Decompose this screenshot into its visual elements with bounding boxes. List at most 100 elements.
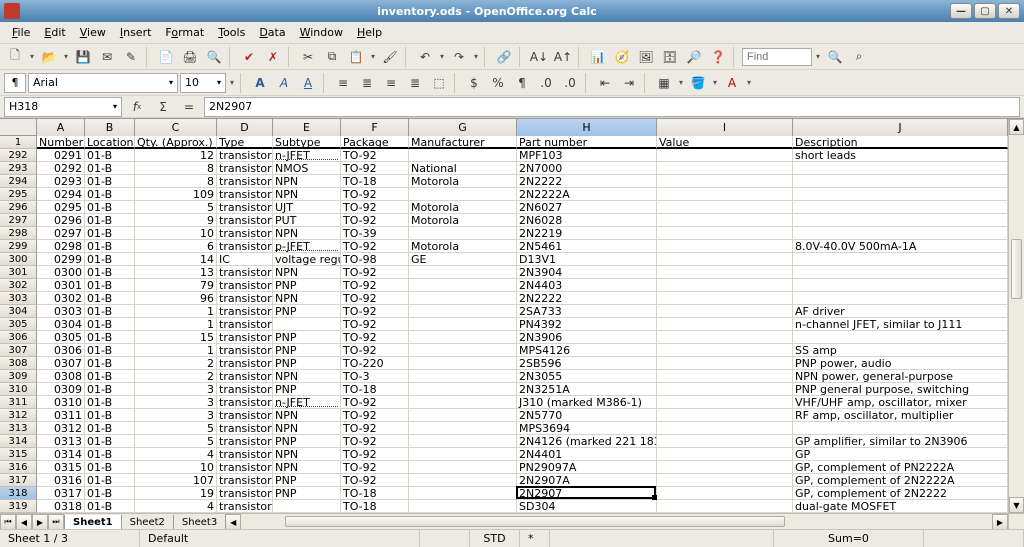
cell[interactable]: GE xyxy=(409,253,517,266)
cell[interactable]: TO-92 xyxy=(341,266,409,279)
cell[interactable]: 0299 xyxy=(37,253,85,266)
cell[interactable]: 9 xyxy=(135,214,217,227)
cell[interactable]: MPF103 xyxy=(517,149,657,162)
cell[interactable]: NPN xyxy=(273,188,341,201)
cell[interactable]: NPN xyxy=(273,409,341,422)
cell[interactable]: 2 xyxy=(135,357,217,370)
cell[interactable]: TO-92 xyxy=(341,214,409,227)
col-header-H[interactable]: H xyxy=(517,119,657,136)
menu-tools[interactable]: Tools xyxy=(212,24,251,41)
cell[interactable] xyxy=(409,396,517,409)
cell[interactable]: transistor xyxy=(217,279,273,292)
cell[interactable]: 0293 xyxy=(37,175,85,188)
cell[interactable] xyxy=(657,292,793,305)
menu-view[interactable]: View xyxy=(74,24,112,41)
cell[interactable]: MPS3694 xyxy=(517,422,657,435)
header-cell[interactable]: Part number xyxy=(517,136,657,149)
cell[interactable]: 0302 xyxy=(37,292,85,305)
cell[interactable]: SS amp xyxy=(793,344,1008,357)
row-header[interactable]: 306 xyxy=(0,331,37,344)
cell[interactable]: 01-B xyxy=(85,201,135,214)
cell[interactable]: PNP xyxy=(273,279,341,292)
cell[interactable]: TO-18 xyxy=(341,487,409,500)
cell[interactable]: 96 xyxy=(135,292,217,305)
cell[interactable] xyxy=(409,409,517,422)
header-cell[interactable]: Description xyxy=(793,136,1008,149)
cell[interactable] xyxy=(273,500,341,513)
cell[interactable]: 107 xyxy=(135,474,217,487)
header-cell[interactable]: Type xyxy=(217,136,273,149)
gallery-button[interactable]: 🖼 xyxy=(635,46,657,68)
cell[interactable]: 0308 xyxy=(37,370,85,383)
italic-button[interactable]: A xyxy=(273,72,295,94)
cell[interactable]: PUT xyxy=(273,214,341,227)
save-button[interactable]: 💾 xyxy=(72,46,94,68)
header-cell[interactable]: Location xyxy=(85,136,135,149)
cell[interactable]: 2SA733 xyxy=(517,305,657,318)
sort-asc-button[interactable]: A↓ xyxy=(528,46,550,68)
col-header-A[interactable]: A xyxy=(37,119,85,136)
cell[interactable] xyxy=(657,344,793,357)
cell[interactable]: 01-B xyxy=(85,383,135,396)
cell[interactable] xyxy=(409,331,517,344)
cell[interactable] xyxy=(793,227,1008,240)
cell[interactable]: transistor xyxy=(217,149,273,162)
cell[interactable]: 0312 xyxy=(37,422,85,435)
cell[interactable]: PNP general purpose, switching xyxy=(793,383,1008,396)
cell[interactable]: PNP xyxy=(273,435,341,448)
cell[interactable]: 01-B xyxy=(85,162,135,175)
cell[interactable]: 2N4126 (marked 221 183-4) xyxy=(517,435,657,448)
cell[interactable] xyxy=(793,253,1008,266)
cell[interactable]: AF driver xyxy=(793,305,1008,318)
cell[interactable]: 0306 xyxy=(37,344,85,357)
cell[interactable]: 0310 xyxy=(37,396,85,409)
cell[interactable]: 01-B xyxy=(85,396,135,409)
cell[interactable] xyxy=(409,383,517,396)
col-header-B[interactable]: B xyxy=(85,119,135,136)
hscroll-thumb[interactable] xyxy=(285,516,785,527)
cell[interactable]: 0307 xyxy=(37,357,85,370)
format-paint-button[interactable]: 🖌 xyxy=(379,46,401,68)
cell[interactable]: NPN xyxy=(273,422,341,435)
col-header-G[interactable]: G xyxy=(409,119,517,136)
cell[interactable]: 5 xyxy=(135,422,217,435)
align-left-button[interactable]: ≡ xyxy=(332,72,354,94)
sheet-tab[interactable]: Sheet1 xyxy=(64,515,122,529)
status-sel[interactable]: * xyxy=(520,530,550,547)
cell[interactable]: transistor xyxy=(217,344,273,357)
cell[interactable]: transistor xyxy=(217,188,273,201)
cell[interactable] xyxy=(657,383,793,396)
cell[interactable]: TO-92 xyxy=(341,162,409,175)
row-header[interactable]: 296 xyxy=(0,201,37,214)
row-header[interactable]: 312 xyxy=(0,409,37,422)
minimize-button[interactable]: — xyxy=(950,3,972,19)
cell[interactable]: 01-B xyxy=(85,435,135,448)
sheet-tab[interactable]: Sheet3 xyxy=(173,515,226,529)
cell[interactable] xyxy=(657,227,793,240)
cell[interactable]: TO-92 xyxy=(341,344,409,357)
cell[interactable]: TO-92 xyxy=(341,422,409,435)
cell[interactable]: GP amplifier, similar to 2N3906 xyxy=(793,435,1008,448)
cell[interactable] xyxy=(657,266,793,279)
cell[interactable]: dual-gate MOSFET xyxy=(793,500,1008,513)
row-header[interactable]: 292 xyxy=(0,149,37,162)
cell[interactable]: 5 xyxy=(135,201,217,214)
row-header[interactable]: 311 xyxy=(0,396,37,409)
email-button[interactable]: ✉ xyxy=(96,46,118,68)
cell[interactable] xyxy=(409,344,517,357)
cell[interactable]: Motorola xyxy=(409,214,517,227)
align-center-button[interactable]: ≣ xyxy=(356,72,378,94)
cell[interactable]: 0311 xyxy=(37,409,85,422)
cell[interactable]: PNP xyxy=(273,383,341,396)
align-justify-button[interactable]: ≣ xyxy=(404,72,426,94)
cell[interactable]: NPN xyxy=(273,175,341,188)
cell[interactable]: TO-92 xyxy=(341,396,409,409)
cell[interactable]: 8 xyxy=(135,162,217,175)
cell[interactable]: 01-B xyxy=(85,214,135,227)
remove-decimal-button[interactable]: .0 xyxy=(559,72,581,94)
cell[interactable]: 2N2219 xyxy=(517,227,657,240)
percent-button[interactable]: % xyxy=(487,72,509,94)
cell[interactable]: transistor xyxy=(217,422,273,435)
cell[interactable]: 2N4401 xyxy=(517,448,657,461)
cell[interactable]: 2N2907A xyxy=(517,474,657,487)
